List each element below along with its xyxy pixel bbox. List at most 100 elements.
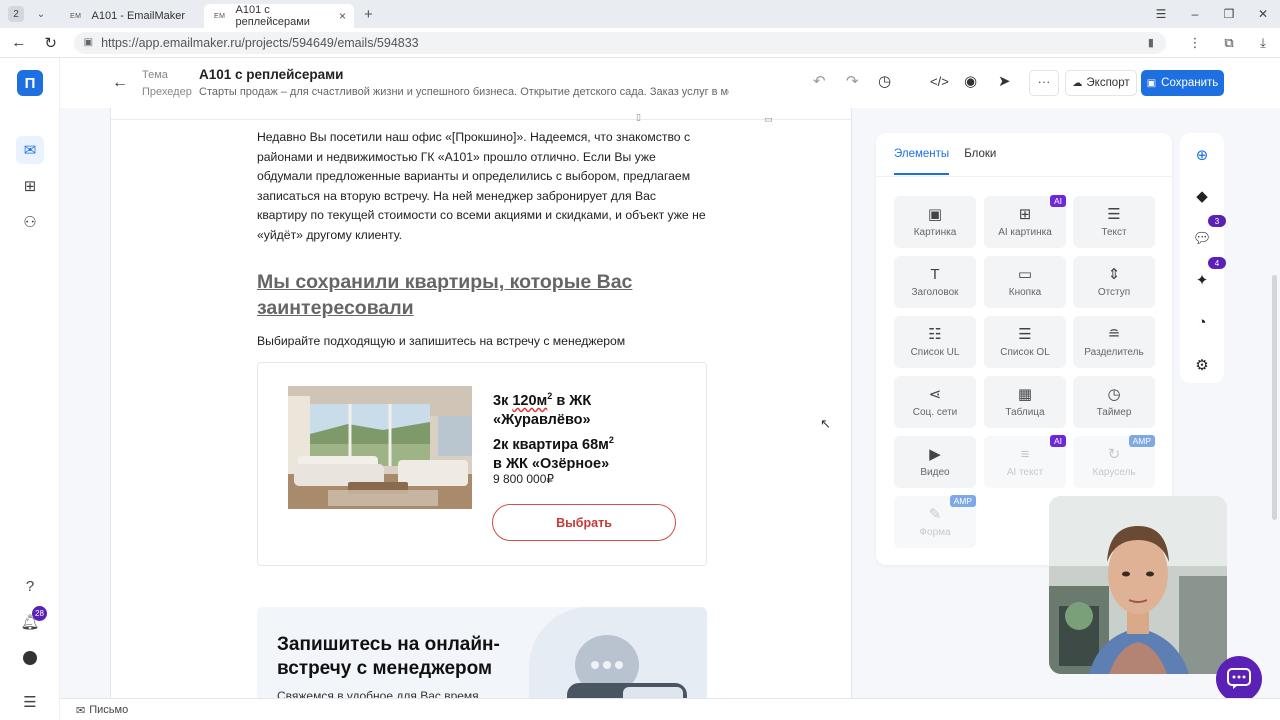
tile-video[interactable]: ▶ Видео: [894, 436, 976, 488]
promo-subtitle[interactable]: Свяжемся в удобное для Вас время: [277, 689, 479, 698]
scrollbar[interactable]: [1272, 275, 1277, 520]
comments-icon[interactable]: 💬︎: [1191, 227, 1213, 249]
tab-list-dropdown-icon[interactable]: ⌄: [32, 9, 50, 20]
share-icon: ⋖: [928, 386, 942, 403]
close-tab-icon[interactable]: ×: [339, 9, 346, 23]
sparkles-icon[interactable]: ✦: [1191, 269, 1213, 291]
close-window-icon[interactable]: ✕: [1246, 7, 1280, 21]
section-heading[interactable]: Мы сохранили квартиры, которые Вас заинт…: [257, 269, 677, 321]
restore-icon[interactable]: ❐: [1212, 7, 1246, 21]
paint-bucket-icon[interactable]: ◆: [1191, 185, 1213, 207]
timer-icon: ◷: [1107, 386, 1121, 403]
form-icon: ✎: [928, 506, 942, 523]
users-icon[interactable]: ⚇: [16, 208, 44, 236]
browser-tab-emailmaker[interactable]: EM A101 - EmailMaker: [60, 4, 200, 28]
export-button[interactable]: ☁ Экспорт: [1065, 70, 1137, 96]
list-ul-icon: ☷: [928, 326, 942, 343]
tile-heading[interactable]: T Заголовок: [894, 256, 976, 308]
preheader-label: Прехедер: [142, 86, 192, 98]
extensions-icon[interactable]: ⧉: [1212, 35, 1246, 51]
mobile-view-icon[interactable]: ▯: [636, 112, 641, 123]
tile-timer[interactable]: ◷ Таймер: [1073, 376, 1155, 428]
undo-icon[interactable]: ↶: [813, 72, 826, 90]
bookmark-icon[interactable]: ▮: [1148, 36, 1154, 49]
tab-title: A101 - EmailMaker: [91, 10, 186, 22]
tile-label: Заголовок: [911, 287, 959, 298]
tile-button[interactable]: ▭ Кнопка: [984, 256, 1066, 308]
hamburger-menu-icon[interactable]: ☰: [16, 688, 44, 716]
minimize-icon[interactable]: –: [1178, 7, 1212, 21]
button-icon: ▭: [1017, 266, 1033, 283]
apartment-photo[interactable]: [288, 386, 472, 509]
select-button[interactable]: Выбрать: [492, 504, 676, 541]
tile-badge: AI: [1049, 195, 1066, 207]
save-label: Сохранить: [1161, 77, 1219, 89]
editor-header: ← Тема Прехедер A101 с реплейсерами Стар…: [60, 58, 1280, 108]
intro-paragraph[interactable]: Недавно Вы посетили наш офис «[Прокшино]…: [257, 128, 707, 246]
speedometer-icon[interactable]: ◔: [1191, 311, 1213, 333]
tile-label: Кнопка: [1008, 287, 1042, 298]
tile-ai-image[interactable]: ⊞ AI картинка AI: [984, 195, 1066, 248]
section-subheading[interactable]: Выбирайте подходящую и запишитесь на вст…: [257, 334, 625, 348]
app-logo[interactable]: П: [17, 70, 43, 96]
tab-blocks[interactable]: Блоки: [964, 148, 996, 175]
tile-spacer[interactable]: ⇕ Отступ: [1073, 256, 1155, 308]
back-arrow-icon[interactable]: ←: [112, 74, 128, 92]
promo-title[interactable]: Запишитесь на онлайн-встречу с менеджеро…: [277, 633, 537, 681]
promo-block[interactable]: Запишитесь на онлайн-встречу с менеджеро…: [257, 607, 707, 698]
email-preheader[interactable]: Старты продаж – для счастливой жизни и у…: [199, 86, 729, 98]
history-icon[interactable]: ◷: [878, 72, 891, 90]
tile-divider[interactable]: ≘ Разделитель: [1073, 316, 1155, 368]
tile-list-ol[interactable]: ☰ Список OL: [984, 316, 1066, 368]
apartment-price[interactable]: 9 800 000₽: [493, 472, 554, 486]
avatar[interactable]: [16, 644, 44, 672]
tile-label: Видео: [920, 467, 950, 478]
code-icon[interactable]: </>: [930, 74, 949, 89]
apartment-title[interactable]: 3к 120м2 в ЖК «Журавлёво» 2к квартира 68…: [493, 387, 693, 475]
redo-icon[interactable]: ↷: [846, 72, 859, 90]
settings-gear-icon[interactable]: ⚙: [1191, 354, 1213, 376]
email-icon[interactable]: ✉: [16, 136, 44, 164]
letter-tab[interactable]: ✉ Письмо: [66, 702, 138, 718]
panel-tabs: Элементы Блоки: [894, 148, 996, 175]
tile-table[interactable]: ▦ Таблица: [984, 376, 1066, 428]
blocks-icon[interactable]: ⊞: [16, 172, 44, 200]
table-icon: ▦: [1017, 386, 1033, 403]
tab-search-icon[interactable]: ☰: [1144, 7, 1178, 21]
panel-divider: [876, 176, 1172, 177]
reload-icon[interactable]: ↻: [38, 34, 64, 52]
tile-label: AI картинка: [998, 227, 1052, 238]
url-field[interactable]: ▣ https://app.emailmaker.ru/projects/594…: [73, 31, 1166, 54]
new-tab-icon[interactable]: +: [364, 6, 373, 23]
ai-image-icon: ⊞: [1018, 206, 1032, 223]
favicon: EM: [70, 12, 82, 20]
desktop-view-icon[interactable]: ▭: [764, 114, 773, 125]
envelope-icon: ✉: [76, 704, 86, 717]
tile-list-ul[interactable]: ☷ Список UL: [894, 316, 976, 368]
tile-label: Карусель: [1092, 467, 1136, 478]
apartment-title-line2: «Журавлёво»: [493, 412, 591, 429]
spacer-icon: ⇕: [1107, 266, 1121, 283]
back-icon[interactable]: ←: [6, 34, 32, 51]
save-button[interactable]: ▣ Сохранить: [1141, 70, 1224, 96]
browser-tab-bar: 2 ⌄ EM A101 - EmailMaker EM A101 с репле…: [0, 0, 1280, 28]
tile-image[interactable]: ▣ Картинка: [894, 196, 976, 248]
tile-text[interactable]: ☰ Текст: [1073, 196, 1155, 248]
more-button[interactable]: ···: [1029, 70, 1059, 96]
tile-form: ✎ Форма AMP: [894, 495, 976, 548]
site-info-icon[interactable]: ▣: [84, 37, 93, 48]
tab-elements[interactable]: Элементы: [894, 148, 950, 175]
add-icon[interactable]: ⊕: [1191, 144, 1213, 166]
tab-count-badge[interactable]: 2: [8, 6, 24, 22]
menu-icon[interactable]: ⋮: [1178, 35, 1212, 51]
help-icon[interactable]: ?: [16, 572, 44, 600]
preview-eye-icon[interactable]: ◉: [964, 72, 977, 90]
apartment-card[interactable]: 3к 120м2 в ЖК «Журавлёво» 2к квартира 68…: [257, 362, 707, 566]
browser-tab-active[interactable]: EM A101 с реплейсерами ×: [204, 4, 354, 28]
support-chat-button[interactable]: [1216, 656, 1262, 702]
email-subject[interactable]: A101 с реплейсерами: [199, 67, 343, 82]
tile-label: Отступ: [1097, 287, 1131, 298]
downloads-icon[interactable]: ⤓: [1246, 35, 1280, 51]
send-icon[interactable]: ➤: [998, 72, 1011, 90]
tile-share[interactable]: ⋖ Соц. сети: [894, 376, 976, 428]
